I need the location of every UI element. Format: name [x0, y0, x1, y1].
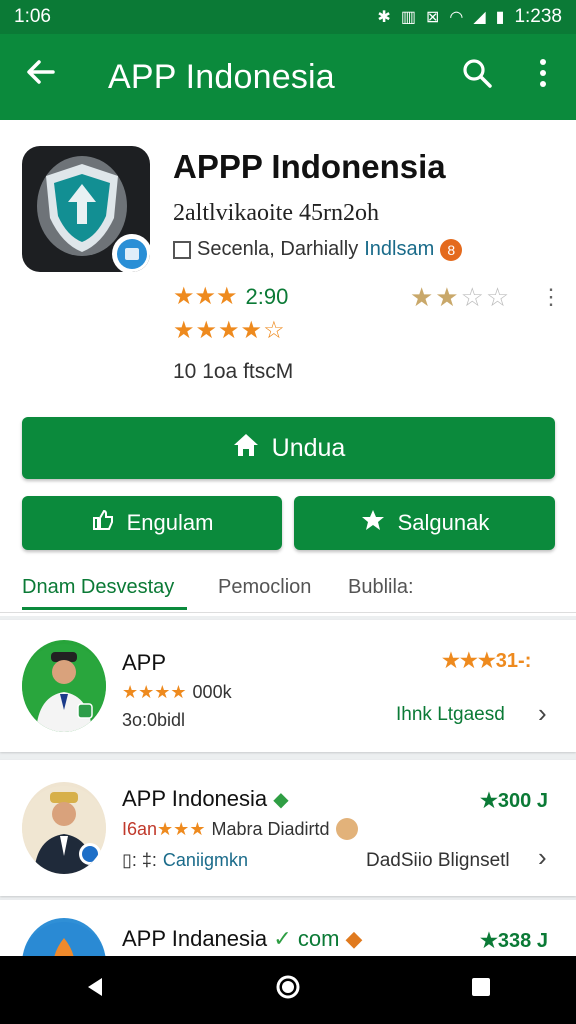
- avatar: [22, 918, 106, 956]
- star-rating: ★★★: [173, 283, 238, 310]
- back-arrow-icon[interactable]: [0, 34, 80, 120]
- user-rating-stars[interactable]: ★★☆☆: [410, 282, 511, 313]
- system-nav-bar: [0, 956, 576, 1024]
- list-item-link[interactable]: DadSiio Blignsetl: [366, 850, 510, 872]
- avatar: [22, 782, 106, 874]
- list-item-title-row: APP Indanesia ✓ com ◆: [122, 926, 362, 952]
- nav-recents-icon[interactable]: [470, 976, 492, 1005]
- verified-icon: ◆: [273, 789, 289, 811]
- status-time-left: 1:06: [14, 6, 51, 27]
- list-item[interactable]: APP ★★★★ 000k 3o:0bidl ★★★31-: Ihnk Ltga…: [0, 620, 576, 752]
- list-item-meta: 000k: [192, 682, 232, 702]
- list-item-rating: ★★★★ 000k: [122, 682, 232, 703]
- list-item-title-suffix: com: [297, 926, 340, 951]
- list-item-title: APP Indonesia: [122, 786, 268, 811]
- star-rating: ★★★: [157, 818, 206, 839]
- list-item[interactable]: APP Indonesia ◆ I6an ★★★ Mabra Diadirtd ▯…: [0, 760, 576, 896]
- secondary-button-right-label: Salgunak: [397, 510, 490, 535]
- tab-divider: [0, 612, 576, 613]
- list-item-title: APP Indanesia: [122, 926, 268, 951]
- list-item-sub: 3o:0bidl: [122, 710, 186, 730]
- list-item-rating-prefix: I6an: [122, 818, 158, 839]
- list-item-sub: Caniigmkn: [162, 850, 248, 870]
- chevron-right-icon[interactable]: ›: [538, 698, 547, 729]
- nfc-icon: ⊠: [425, 9, 440, 26]
- app-bar-title: APP Indonesia: [108, 57, 335, 96]
- nav-home-icon[interactable]: [275, 974, 301, 1007]
- tab-indicator: [22, 607, 187, 610]
- badge-icon: ◆: [345, 926, 363, 951]
- list-item-right-rating: ★300 J: [480, 790, 548, 812]
- status-bar: 1:06 ✱ ▥ ⊠ ◠ ◢ ▮ 1:238: [0, 0, 576, 34]
- secondary-button-right[interactable]: Salgunak: [294, 496, 555, 550]
- list-item-title: APP: [122, 650, 167, 675]
- app-title: APPP Indonensia: [173, 148, 446, 185]
- install-button[interactable]: Undua: [22, 417, 555, 479]
- rating-more-icon[interactable]: ⋮: [540, 284, 562, 310]
- tab-bar: Dnam Desvestay Pemoclion Bublila:: [0, 566, 576, 614]
- emoji-icon: [335, 818, 358, 840]
- developer-link[interactable]: Indlsam: [364, 238, 434, 261]
- secondary-button-left-label: Engulam: [126, 510, 214, 535]
- rating-row: ★★★ 2:90: [173, 282, 288, 311]
- list-item-right-rating: ★338 J: [480, 930, 548, 952]
- list-item-title-row: APP Indonesia ◆: [122, 786, 289, 812]
- secondary-button-left[interactable]: Engulam: [22, 496, 282, 550]
- install-button-label: Undua: [271, 433, 346, 462]
- nav-back-icon[interactable]: [84, 976, 106, 1005]
- star-rating: ★★★★: [122, 682, 187, 702]
- verified-icon: ✓: [273, 926, 292, 951]
- battery-icon: ▮: [495, 9, 505, 26]
- avatar: [22, 640, 106, 732]
- search-icon[interactable]: [444, 57, 510, 97]
- developer-name: Secenla, Darhially: [197, 238, 359, 260]
- tab-dnam-desvestay[interactable]: Dnam Desvestay: [22, 576, 174, 599]
- status-icons: ✱ ▥ ⊠ ◠ ◢ ▮ 1:238: [377, 6, 562, 28]
- tab-bublila[interactable]: Bublila:: [348, 576, 414, 599]
- list-item[interactable]: APP Indanesia ✓ com ◆ ★338 J: [0, 900, 576, 956]
- app-subtitle: 2altlvikaoite 45rn2oh: [173, 200, 379, 226]
- app-detail-card: APPP Indonensia 2altlvikaoite 45rn2oh Se…: [0, 120, 576, 616]
- status-time-right: 1:238: [514, 6, 562, 27]
- list-item-meta: Mabra Diadirtd: [211, 818, 330, 839]
- list-item-rating: I6an ★★★ Mabra Diadirtd: [122, 818, 358, 840]
- vibrate-icon: ▥: [400, 9, 416, 26]
- star-rating-secondary: ★★★★☆: [173, 317, 286, 344]
- downloads-count: 10 1oa ftscM: [173, 360, 294, 383]
- home-icon: [232, 431, 260, 466]
- leaf-icon: [360, 508, 386, 539]
- tab-pemoclion[interactable]: Pemoclion: [218, 576, 311, 599]
- app-logo-icon: [22, 146, 150, 272]
- list-item-sub-prefix: ▯: ‡:: [122, 850, 157, 870]
- list-item-sub-row: ▯: ‡: Caniigmkn: [122, 850, 248, 871]
- wifi-icon: ◠: [449, 9, 464, 26]
- list-item-right-rating: ★★★31-:: [442, 650, 532, 672]
- chevron-right-icon[interactable]: ›: [538, 842, 547, 873]
- developer-row[interactable]: Secenla, Darhially Indlsam 8: [173, 238, 463, 261]
- signal-icon: ◢: [473, 9, 486, 26]
- developer-icon: [173, 240, 191, 259]
- bluetooth-icon: ✱: [377, 9, 391, 26]
- app-bar: APP Indonesia: [0, 34, 576, 120]
- list-item-link[interactable]: Ihnk Ltgaesd: [396, 704, 505, 726]
- thumb-up-icon: [91, 508, 115, 539]
- rating-value: 2:90: [245, 283, 289, 309]
- more-vert-icon[interactable]: [510, 58, 576, 96]
- developer-badge: 8: [440, 238, 463, 261]
